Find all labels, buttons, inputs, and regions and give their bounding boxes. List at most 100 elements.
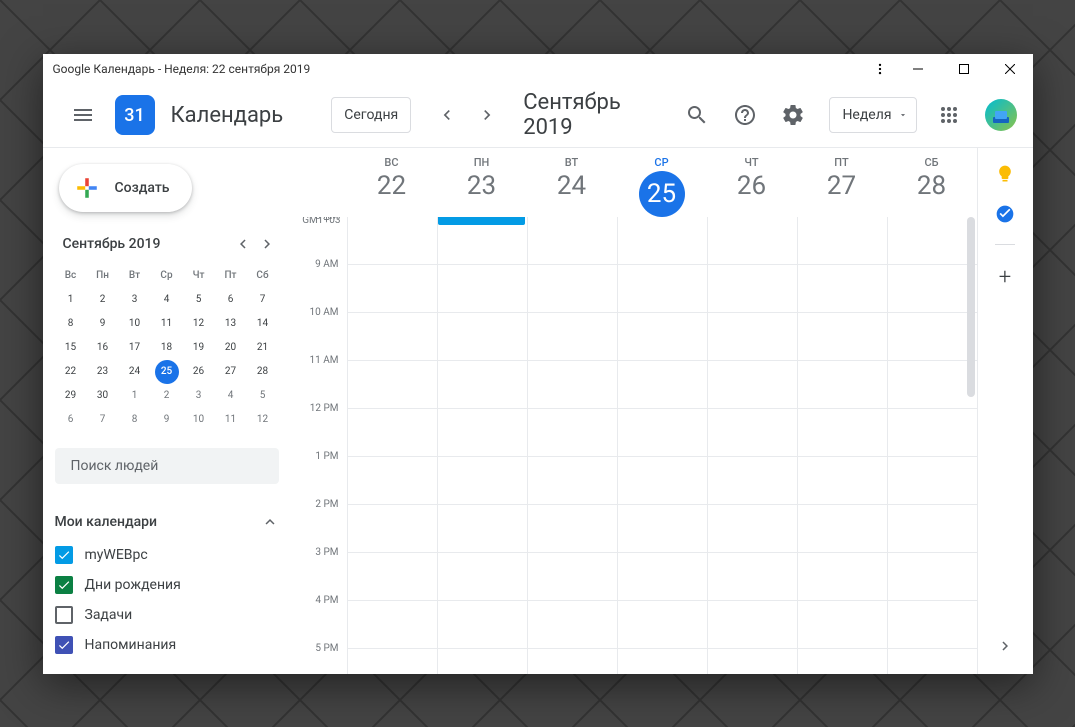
- hour-cell[interactable]: [348, 601, 437, 649]
- prev-week-button[interactable]: [431, 99, 463, 131]
- minical-day[interactable]: 7: [251, 288, 275, 312]
- day-number[interactable]: 27: [797, 171, 887, 201]
- hour-cell[interactable]: [438, 361, 527, 409]
- day-column-header[interactable]: СР25: [617, 148, 707, 217]
- minical-day[interactable]: 16: [91, 336, 115, 360]
- google-apps-icon[interactable]: [929, 95, 969, 135]
- hour-cell[interactable]: [438, 601, 527, 649]
- day-column[interactable]: 7–8AM: [437, 217, 527, 674]
- minical-day[interactable]: 5: [251, 384, 275, 408]
- hour-cell[interactable]: [708, 505, 797, 553]
- hour-cell[interactable]: [438, 505, 527, 553]
- hour-cell[interactable]: [348, 217, 437, 265]
- minical-day[interactable]: 9: [155, 408, 179, 432]
- hour-cell[interactable]: [438, 409, 527, 457]
- minical-day[interactable]: 2: [91, 288, 115, 312]
- hour-cell[interactable]: [798, 601, 887, 649]
- day-number[interactable]: 22: [347, 171, 437, 201]
- hour-cell[interactable]: [798, 265, 887, 313]
- hour-cell[interactable]: [348, 553, 437, 601]
- hour-cell[interactable]: [618, 409, 707, 457]
- hour-cell[interactable]: [708, 313, 797, 361]
- hour-cell[interactable]: [888, 457, 977, 505]
- hour-cell[interactable]: [528, 361, 617, 409]
- hour-cell[interactable]: [708, 361, 797, 409]
- minical-day[interactable]: 14: [251, 312, 275, 336]
- more-vert-icon[interactable]: [865, 62, 895, 76]
- hour-cell[interactable]: [348, 265, 437, 313]
- minical-day[interactable]: 23: [91, 360, 115, 384]
- hour-cell[interactable]: [708, 217, 797, 265]
- hour-cell[interactable]: [798, 457, 887, 505]
- minical-day[interactable]: 30: [91, 384, 115, 408]
- day-column[interactable]: [347, 217, 437, 674]
- time-grid-scroll[interactable]: GMT+03 8 AM9 AM10 AM11 AM12 PM1 PM2 PM3 …: [299, 217, 977, 674]
- hour-cell[interactable]: [888, 409, 977, 457]
- hour-cell[interactable]: [528, 313, 617, 361]
- user-avatar[interactable]: [985, 99, 1017, 131]
- calendar-checkbox[interactable]: [55, 546, 73, 564]
- hour-cell[interactable]: [528, 505, 617, 553]
- other-calendars-section[interactable]: Другие календари: [55, 668, 279, 674]
- hour-cell[interactable]: [708, 601, 797, 649]
- calendar-item[interactable]: myWEBpc: [55, 540, 279, 570]
- minical-day[interactable]: 20: [219, 336, 243, 360]
- minical-day[interactable]: 4: [155, 288, 179, 312]
- minical-day[interactable]: 15: [59, 336, 83, 360]
- scrollbar[interactable]: [965, 217, 977, 674]
- hour-cell[interactable]: [618, 457, 707, 505]
- minical-day[interactable]: 2: [155, 384, 179, 408]
- hour-cell[interactable]: [528, 409, 617, 457]
- hour-cell[interactable]: [348, 409, 437, 457]
- hour-cell[interactable]: [888, 361, 977, 409]
- hour-cell[interactable]: [888, 217, 977, 265]
- hour-cell[interactable]: [888, 505, 977, 553]
- minical-day[interactable]: 18: [155, 336, 179, 360]
- minical-day[interactable]: 6: [59, 408, 83, 432]
- minical-day[interactable]: 25: [155, 360, 179, 384]
- hour-cell[interactable]: [438, 265, 527, 313]
- minical-day[interactable]: 17: [123, 336, 147, 360]
- minical-day[interactable]: 8: [59, 312, 83, 336]
- search-people-input[interactable]: Поиск людей: [55, 448, 279, 484]
- hour-cell[interactable]: [438, 553, 527, 601]
- today-button[interactable]: Сегодня: [331, 97, 411, 133]
- hour-cell[interactable]: [348, 457, 437, 505]
- hour-cell[interactable]: [348, 313, 437, 361]
- minical-day[interactable]: 3: [123, 288, 147, 312]
- hour-cell[interactable]: [798, 505, 887, 553]
- day-number[interactable]: 26: [707, 171, 797, 201]
- hour-cell[interactable]: [798, 409, 887, 457]
- hour-cell[interactable]: [708, 649, 797, 674]
- hour-cell[interactable]: [618, 553, 707, 601]
- day-number[interactable]: 24: [527, 171, 617, 201]
- hour-cell[interactable]: [798, 553, 887, 601]
- add-addon-button[interactable]: +: [999, 265, 1011, 290]
- day-column-header[interactable]: ЧТ26: [707, 148, 797, 217]
- calendar-item[interactable]: Дни рождения: [55, 570, 279, 600]
- hour-cell[interactable]: [438, 649, 527, 674]
- collapse-panel-button[interactable]: [993, 634, 1017, 658]
- hour-cell[interactable]: [348, 361, 437, 409]
- day-number[interactable]: 28: [887, 171, 977, 201]
- hour-cell[interactable]: [708, 553, 797, 601]
- hour-cell[interactable]: [798, 649, 887, 674]
- calendar-item[interactable]: Задачи: [55, 600, 279, 630]
- hour-cell[interactable]: [528, 649, 617, 674]
- hour-cell[interactable]: [888, 649, 977, 674]
- my-calendars-toggle[interactable]: Мои календари: [55, 504, 279, 540]
- settings-icon[interactable]: [773, 95, 813, 135]
- minical-day[interactable]: 13: [219, 312, 243, 336]
- minical-day[interactable]: 10: [187, 408, 211, 432]
- hour-cell[interactable]: [528, 457, 617, 505]
- minical-day[interactable]: 28: [251, 360, 275, 384]
- minical-day[interactable]: 21: [251, 336, 275, 360]
- hour-cell[interactable]: [618, 265, 707, 313]
- close-button[interactable]: [987, 54, 1033, 84]
- day-column[interactable]: [707, 217, 797, 674]
- calendar-event[interactable]: 7–8AM: [438, 217, 525, 225]
- minical-day[interactable]: 12: [187, 312, 211, 336]
- help-icon[interactable]: [725, 95, 765, 135]
- minical-day[interactable]: 7: [91, 408, 115, 432]
- hour-cell[interactable]: [438, 313, 527, 361]
